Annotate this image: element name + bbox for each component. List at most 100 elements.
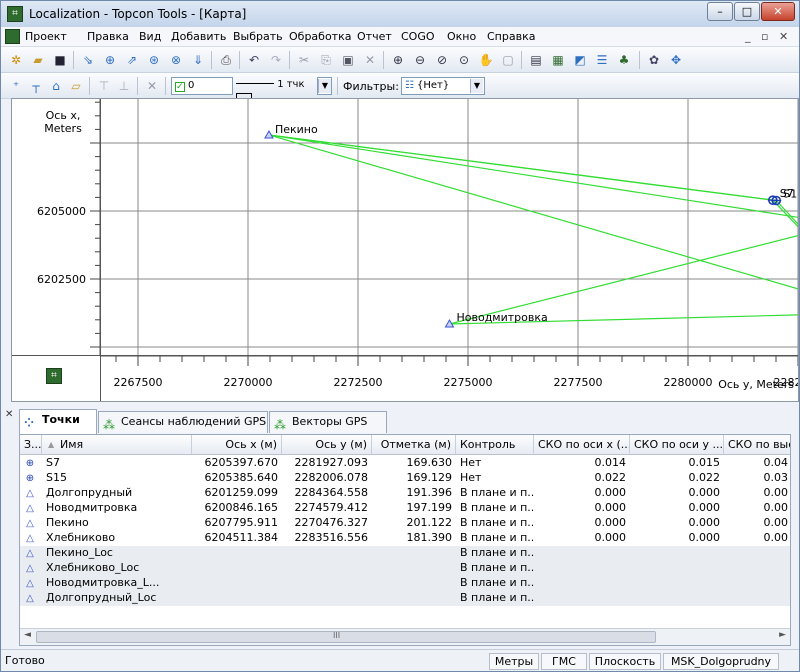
col-y[interactable]: Ось у (м) <box>282 435 372 455</box>
menu-project[interactable]: Проект <box>25 30 67 43</box>
filters-select[interactable]: ☷ {Нет} ▼ <box>401 77 485 95</box>
close-button[interactable]: ✕ <box>761 2 795 21</box>
control-point-icon: △ <box>26 503 34 514</box>
table-row[interactable]: △ Пекино 6207795.911 2270476.327 201.122 В пл… <box>20 516 790 531</box>
zoom-in-icon[interactable]: ⊕ <box>389 51 407 69</box>
copy-icon: ⎘ <box>321 53 331 67</box>
paste-icon[interactable]: ▣ <box>339 51 357 69</box>
table-row[interactable]: △ Новодмитровка 6200846.165 2274579.412 197.… <box>20 501 790 516</box>
settings-icon[interactable]: ✿ <box>645 51 663 69</box>
scroll-thumb[interactable]: III <box>36 631 656 643</box>
tab-gps-sessions[interactable]: ⁂ Сеансы наблюдений GPS <box>98 411 268 433</box>
table-row[interactable]: △ Хлебниково_Loc В плане и п... <box>20 561 790 576</box>
table-row[interactable]: △ Долгопрудный 6201259.099 2284364.558 191.3… <box>20 486 790 501</box>
cell-name: Новодмитровка <box>46 501 138 514</box>
col-sd-z[interactable]: СКО по высот... <box>724 435 790 455</box>
line-width-dropdown[interactable]: ▼ <box>317 77 332 95</box>
zoom-window-icon[interactable]: ⊘ <box>433 51 451 69</box>
x-tick-label: 2267500 <box>114 376 163 389</box>
col-name[interactable]: ▲ Имя <box>42 435 192 455</box>
station-icon[interactable]: ⊗ <box>167 51 185 69</box>
plot-svg[interactable]: ПекиноS15ХлебниковоДолгопрудныйНоводмитр… <box>101 99 800 355</box>
col-elevation[interactable]: Отметка (м) <box>372 435 456 455</box>
color-select[interactable]: ✓ 0 <box>171 77 233 95</box>
tab-points[interactable]: ⁘ Точки <box>19 409 97 434</box>
adjust-icon[interactable]: ✥ <box>667 51 685 69</box>
table-row[interactable]: △ Хлебниково 6204511.384 2283516.556 181.390… <box>20 531 790 546</box>
cell-x: 6204511.384 <box>204 531 278 544</box>
zoom-out-icon[interactable]: ⊖ <box>411 51 429 69</box>
menu-report[interactable]: Отчет <box>357 30 392 43</box>
map-view-icon[interactable]: ▦ <box>549 51 567 69</box>
new-project-icon[interactable]: ✲ <box>7 51 25 69</box>
menu-help[interactable]: Справка <box>487 30 535 43</box>
menu-window[interactable]: Окно <box>447 30 476 43</box>
mdi-restore-button[interactable]: ▫ <box>761 30 768 43</box>
scroll-right-icon[interactable]: ► <box>779 630 786 640</box>
mdi-close-button[interactable]: ✕ <box>779 30 788 43</box>
cell-x <box>192 591 282 606</box>
map-mode-icon[interactable]: ⌗ <box>46 368 62 384</box>
insert-vertex-icon: ⊤ <box>98 79 110 93</box>
horizontal-scrollbar[interactable]: ◄ III ► <box>20 628 790 645</box>
col-sd-y[interactable]: СКО по оси у ... <box>630 435 724 455</box>
open-folder-icon[interactable]: ▰ <box>29 51 47 69</box>
table-row[interactable]: △ Долгопрудный_Loc В плане и п... <box>20 591 790 606</box>
col-x[interactable]: Ось х (м) <box>192 435 282 455</box>
minimize-button[interactable]: – <box>707 2 733 21</box>
col-control[interactable]: Контроль <box>456 435 534 455</box>
col-sd-x[interactable]: СКО по оси х (... <box>534 435 630 455</box>
status-projection: Плоскость <box>589 653 661 670</box>
cell-y: 2274579.412 <box>294 501 368 514</box>
plot-area[interactable]: ПекиноS15ХлебниковоДолгопрудныйНоводмитр… <box>101 99 800 355</box>
menu-view[interactable]: Вид <box>139 30 161 43</box>
cell-y <box>282 561 372 576</box>
pan-hand-icon[interactable]: ✋ <box>477 51 495 69</box>
maximize-button[interactable]: □ <box>734 2 760 21</box>
menu-edit[interactable]: Правка <box>87 30 129 43</box>
clear-icon: ✕ <box>146 79 158 93</box>
cell-sz: 0.00 <box>763 516 789 529</box>
save-icon[interactable]: ■ <box>51 51 69 69</box>
table-row[interactable]: △ Пекино_Loc В плане и п... <box>20 546 790 561</box>
add-line-icon[interactable]: ┬ <box>27 77 45 95</box>
filters-value: {Нет} <box>416 80 450 91</box>
cell-elev: 197.199 <box>406 501 453 514</box>
code-view-icon[interactable]: ☰ <box>593 51 611 69</box>
menu-add[interactable]: Добавить <box>171 30 226 43</box>
tab-gps-vectors[interactable]: ⁂ Векторы GPS <box>269 411 387 433</box>
mdi-minimize-button[interactable]: _ <box>745 30 751 43</box>
add-point-icon[interactable]: ⁺ <box>7 77 25 95</box>
import-icon[interactable]: ⇘ <box>79 51 97 69</box>
cell-sx: 0.000 <box>594 531 627 544</box>
table-row[interactable]: ⊕ S15 6205385.640 2282006.078 169.129 Нет 0.02… <box>20 471 790 486</box>
table-row[interactable]: △ Новодмитровка_L... В плане и п... <box>20 576 790 591</box>
gps-import-icon[interactable]: ⊕ <box>101 51 119 69</box>
status-bar: Готово Метры ГМС Плоскость MSK_Dolgoprud… <box>1 649 799 671</box>
occupation-view-icon[interactable]: ◩ <box>571 51 589 69</box>
add-area-icon[interactable]: ▱ <box>67 77 85 95</box>
cell-elev: 169.630 <box>406 456 453 469</box>
tabular-view-icon[interactable]: ▤ <box>527 51 545 69</box>
print-icon[interactable]: ⎙ <box>217 51 235 69</box>
app-window: ⌗ Localization - Topcon Tools - [Карта] … <box>0 0 800 672</box>
export-icon[interactable]: ⇗ <box>123 51 141 69</box>
scroll-left-icon[interactable]: ◄ <box>24 630 31 640</box>
map-view[interactable]: Ось x, Meters 62050006202500 ПекиноS15Хл… <box>11 98 800 402</box>
document-icon[interactable] <box>5 29 20 44</box>
menu-select[interactable]: Выбрать <box>233 30 283 43</box>
menu-process[interactable]: Обработка <box>289 30 351 43</box>
col-status[interactable]: З... <box>20 435 42 455</box>
cell-sy: 0.015 <box>688 456 721 469</box>
download-icon[interactable]: ⇓ <box>189 51 207 69</box>
line-width-select[interactable]: 1 тчк <box>233 77 321 105</box>
tab-gps-vectors-label: Векторы GPS <box>292 415 368 428</box>
receiver-icon[interactable]: ⊛ <box>145 51 163 69</box>
undo-icon[interactable]: ↶ <box>245 51 263 69</box>
menu-cogo[interactable]: COGO <box>401 30 435 43</box>
table-row[interactable]: ⊕ S7 6205397.670 2281927.093 169.630 Нет 0.014… <box>20 456 790 471</box>
add-polyline-icon[interactable]: ⌂ <box>47 77 65 95</box>
zoom-extents-icon[interactable]: ⊙ <box>455 51 473 69</box>
cell-control: В плане и п... <box>460 561 534 574</box>
tree-icon[interactable]: ♣ <box>615 51 633 69</box>
